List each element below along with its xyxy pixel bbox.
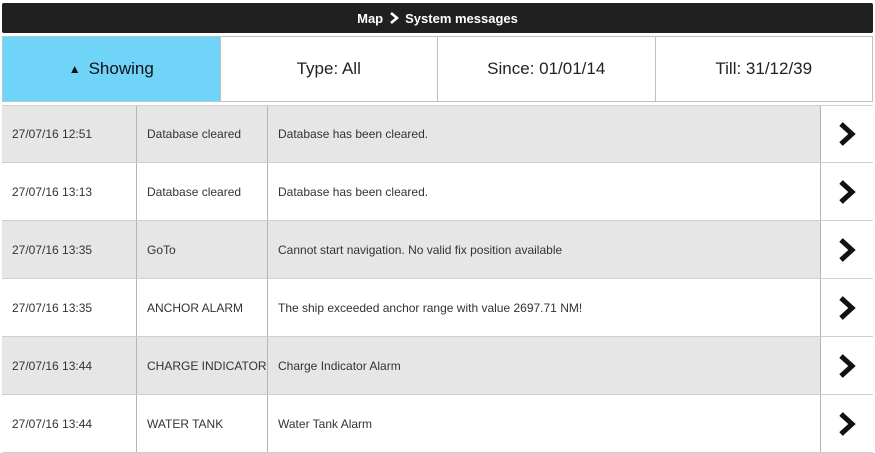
chevron-right-icon	[838, 121, 856, 147]
chevron-right-icon	[838, 411, 856, 437]
message-type: WATER TANK	[137, 395, 268, 452]
chevron-right-icon	[838, 237, 856, 263]
page-title: System messages	[405, 10, 518, 26]
message-datetime: 27/07/16 13:13	[2, 163, 137, 220]
message-text: Database has been cleared.	[268, 106, 821, 162]
message-text: Cannot start navigation. No valid fix po…	[268, 221, 821, 278]
table-row[interactable]: 27/07/16 13:35 ANCHOR ALARM The ship excee…	[2, 279, 873, 337]
row-detail-button[interactable]	[821, 395, 873, 452]
message-datetime: 27/07/16 13:44	[2, 395, 137, 452]
showing-toggle-button[interactable]: ▲ Showing	[2, 36, 221, 102]
message-type: CHARGE INDICATOR	[137, 337, 268, 394]
chevron-right-icon	[838, 179, 856, 205]
breadcrumb-map[interactable]: Map	[357, 11, 383, 26]
row-detail-button[interactable]	[821, 106, 873, 162]
messages-list: 27/07/16 12:51 Database cleared Database h…	[2, 105, 873, 453]
title-bar: Map System messages	[2, 3, 873, 33]
message-text: The ship exceeded anchor range with valu…	[268, 279, 821, 336]
message-datetime: 27/07/16 13:44	[2, 337, 137, 394]
message-type: ANCHOR ALARM	[137, 279, 268, 336]
type-filter-button[interactable]: Type: All	[219, 36, 438, 102]
message-text: Charge Indicator Alarm	[268, 337, 821, 394]
row-detail-button[interactable]	[821, 163, 873, 220]
table-row[interactable]: 27/07/16 13:35 GoTo Cannot start navigatio…	[2, 221, 873, 279]
chevron-right-icon	[838, 353, 856, 379]
message-text: Database has been cleared.	[268, 163, 821, 220]
message-datetime: 27/07/16 12:51	[2, 106, 137, 162]
table-row[interactable]: 27/07/16 13:13 Database cleared Database h…	[2, 163, 873, 221]
filter-bar: ▲ Showing Type: All Since: 01/01/14 Till…	[2, 36, 873, 102]
till-filter-button[interactable]: Till: 31/12/39	[654, 36, 873, 102]
message-datetime: 27/07/16 13:35	[2, 279, 137, 336]
row-detail-button[interactable]	[821, 279, 873, 336]
triangle-up-icon: ▲	[68, 62, 81, 76]
row-detail-button[interactable]	[821, 337, 873, 394]
message-type: Database cleared	[137, 106, 268, 162]
message-type: GoTo	[137, 221, 268, 278]
message-type: Database cleared	[137, 163, 268, 220]
showing-label: Showing	[88, 59, 154, 78]
row-detail-button[interactable]	[821, 221, 873, 278]
chevron-right-icon	[838, 295, 856, 321]
table-row[interactable]: 27/07/16 12:51 Database cleared Database h…	[2, 105, 873, 163]
table-row[interactable]: 27/07/16 13:44 WATER TANK Water Tank Alarm	[2, 395, 873, 453]
message-text: Water Tank Alarm	[268, 395, 821, 452]
message-datetime: 27/07/16 13:35	[2, 221, 137, 278]
chevron-right-icon	[389, 12, 400, 24]
table-row[interactable]: 27/07/16 13:44 CHARGE INDICATOR Charge Ind…	[2, 337, 873, 395]
since-filter-button[interactable]: Since: 01/01/14	[437, 36, 656, 102]
